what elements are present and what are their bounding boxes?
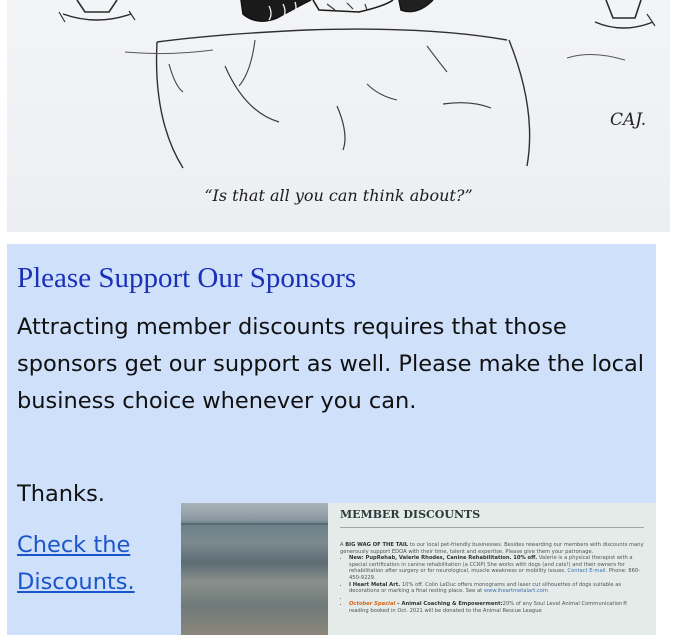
beach-photo <box>181 503 328 635</box>
check-discounts-link[interactable]: Check the Discounts. <box>17 527 157 601</box>
cartoon-caption: “Is that all you can think about?” <box>204 186 473 205</box>
discount-item: New: PupRehab, Valerie Rhodes, Canine Re… <box>349 555 645 581</box>
sponsors-body: Attracting member discounts requires tha… <box>17 314 645 414</box>
discount-list: New: PupRehab, Valerie Rhodes, Canine Re… <box>340 555 645 614</box>
discount-item: October Special – Animal Coaching & Empo… <box>349 601 645 614</box>
sponsors-heading: Please Support Our Sponsors <box>17 262 357 294</box>
cartoon-signature: CAJ. <box>610 110 647 130</box>
flyer-intro: A BIG WAG OF THE TAIL to our local pet-f… <box>340 542 644 555</box>
cartoon-image: CAJ. “Is that all you can think about?” <box>7 0 670 232</box>
member-discounts-image[interactable]: MEMBER DISCOUNTS A BIG WAG OF THE TAIL t… <box>181 503 656 635</box>
flyer-divider <box>340 527 644 528</box>
flyer-title: MEMBER DISCOUNTS <box>340 508 481 521</box>
thanks-text: Thanks. <box>17 481 105 507</box>
flyer-text: A BIG WAG OF THE TAIL to our local pet-f… <box>340 542 645 615</box>
discount-item: I Heart Metal Art. 10% off. Colin LeDuc … <box>349 582 645 595</box>
